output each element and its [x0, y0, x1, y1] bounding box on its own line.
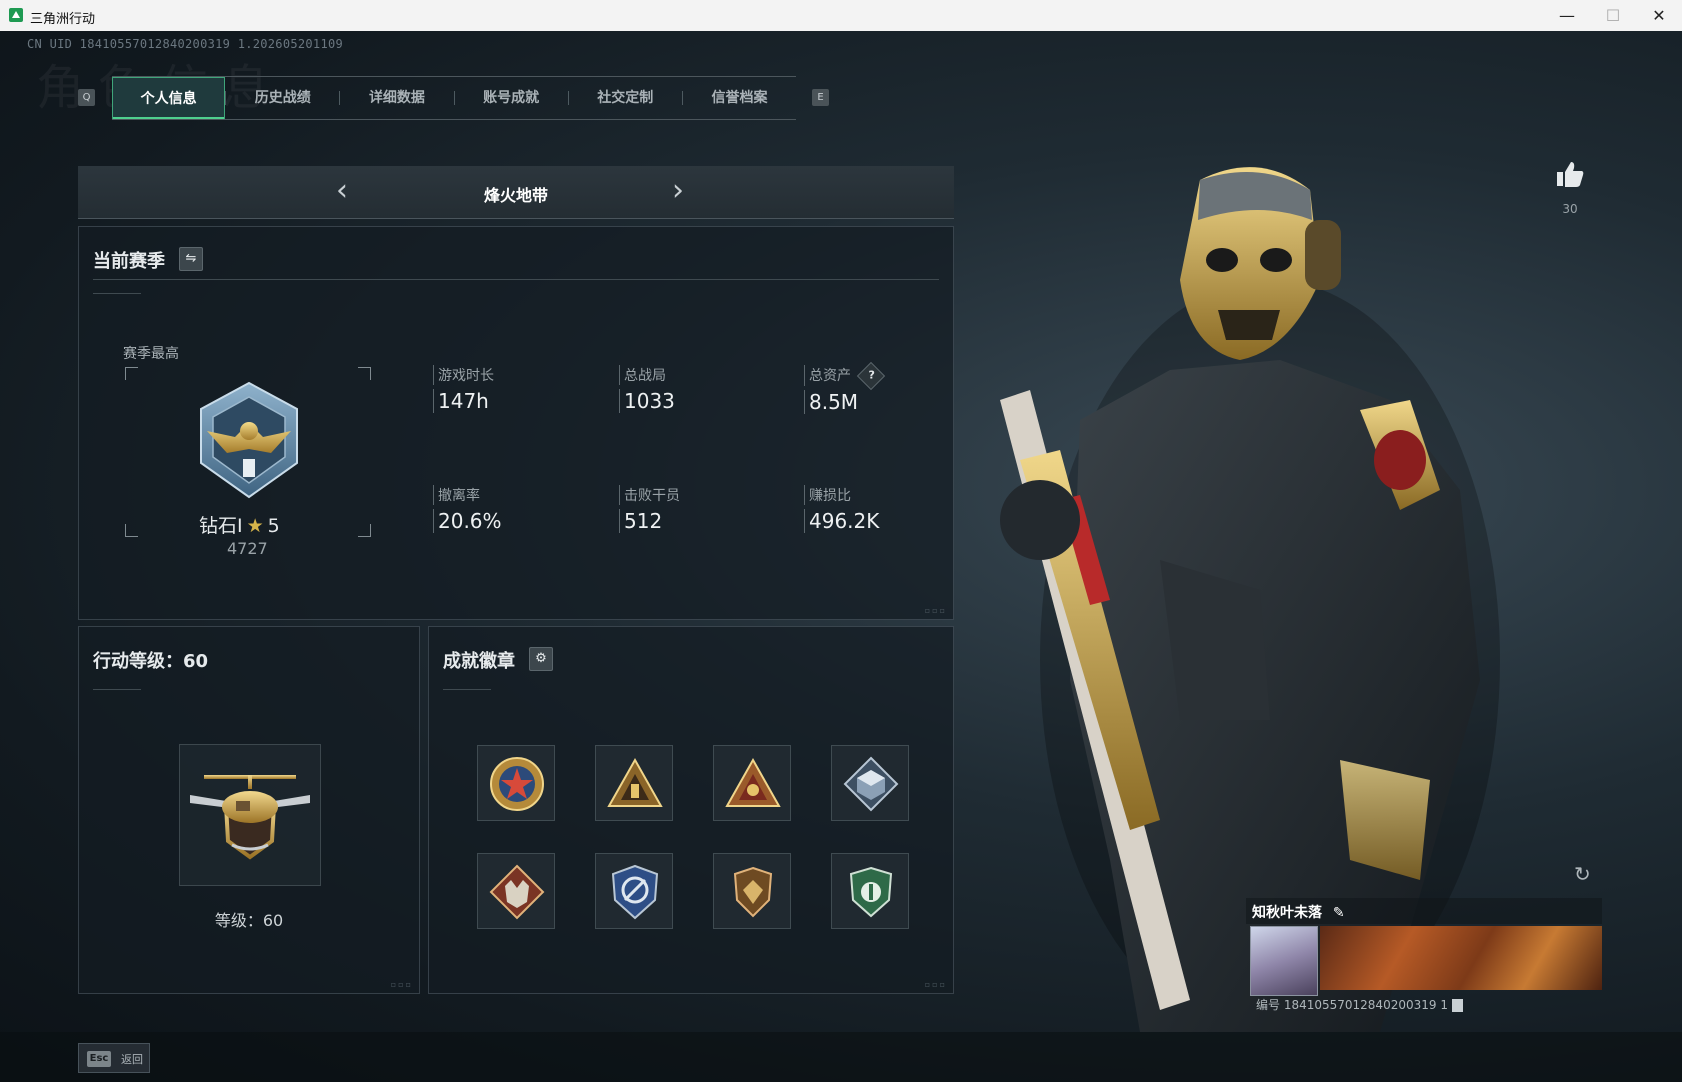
- stat-total-assets: 总资产? 8.5M: [804, 361, 886, 414]
- helicopter-emblem-icon: [190, 775, 310, 860]
- season-best-label: 赛季最高: [123, 346, 179, 362]
- tab-match-history[interactable]: 历史战绩: [226, 77, 339, 119]
- level-heading: 行动等级：60: [93, 651, 209, 672]
- window-title: 三角洲行动: [30, 12, 96, 27]
- player-card[interactable]: 知秋叶未落 ✎ 编号 18410557012840200319 1: [1246, 898, 1602, 1018]
- rank-star-icon: ★: [246, 515, 264, 537]
- stat-total-matches: 总战局 1033: [619, 365, 675, 413]
- tab-detailed-data[interactable]: 详细数据: [340, 77, 453, 119]
- badge-mountain-red[interactable]: [713, 745, 791, 821]
- badge-mountain-gold[interactable]: [595, 745, 673, 821]
- like-count: 30: [1562, 202, 1578, 216]
- badge-cube[interactable]: [831, 745, 909, 821]
- bronze-shield-icon: [733, 866, 773, 918]
- mode-title: 烽火地带: [483, 186, 548, 205]
- like-button[interactable]: [1554, 160, 1586, 192]
- close-button[interactable]: ✕: [1636, 0, 1682, 31]
- green-shield-icon: [849, 866, 893, 918]
- help-icon[interactable]: ?: [856, 361, 886, 391]
- thumbs-up-icon: [1557, 162, 1584, 187]
- tab-next-key-hint[interactable]: E: [812, 89, 829, 106]
- tab-personal-info[interactable]: 个人信息: [112, 77, 226, 119]
- cube-diamond-icon: [843, 756, 899, 812]
- app-logo-icon: [9, 8, 23, 22]
- badge-settings-icon[interactable]: ⚙: [529, 647, 553, 671]
- player-nickname: 知秋叶未落: [1252, 905, 1322, 921]
- level-value: 等级：60: [214, 911, 284, 930]
- tab-prev-key-hint[interactable]: Q: [78, 89, 95, 106]
- back-button[interactable]: Esc 返回: [78, 1043, 150, 1073]
- current-season-panel: 当前赛季 ⇋ 赛季最高 钻石Ⅰ ★ 5 4727 游戏时长 147h 总战局 103…: [78, 226, 954, 620]
- rank-name: 钻石Ⅰ ★ 5: [199, 511, 280, 538]
- mode-next-arrow-icon[interactable]: ›: [672, 174, 684, 208]
- edit-name-icon[interactable]: ✎: [1333, 905, 1345, 921]
- badge-shield-blue[interactable]: [595, 853, 673, 929]
- maximize-button[interactable]: ☐: [1590, 0, 1636, 31]
- tab-achievements[interactable]: 账号成就: [455, 77, 568, 119]
- window-titlebar: 三角洲行动 — ☐ ✕: [0, 0, 1682, 31]
- blue-shield-icon: [611, 864, 659, 920]
- tab-credit-record[interactable]: 信誉档案: [683, 77, 796, 119]
- star-medal-icon: [490, 757, 544, 811]
- copy-icon[interactable]: [1451, 999, 1463, 1012]
- wolf-diamond-icon: [489, 864, 545, 920]
- achievement-badges-panel: 成就徽章 ⚙ ▫▫▫: [428, 626, 954, 994]
- player-banner: [1320, 926, 1602, 990]
- badge-shield-bronze[interactable]: [713, 853, 791, 929]
- stat-operators-defeated: 击败干员 512: [619, 485, 680, 533]
- mode-selector: ‹ 烽火地带 ›: [78, 166, 954, 219]
- player-name-row: 知秋叶未落 ✎: [1252, 902, 1345, 922]
- tab-bar: Q 个人信息 历史战绩 详细数据 账号成就 社交定制 信誉档案 E: [74, 76, 834, 121]
- rank-stars: 5: [267, 515, 280, 537]
- triangle-gold-icon: [607, 757, 663, 807]
- season-switch-icon[interactable]: ⇋: [179, 247, 203, 271]
- stat-profit-loss-ratio: 赚损比 496.2K: [804, 485, 879, 533]
- rank-score: 4727: [227, 539, 268, 558]
- divider: [443, 689, 491, 690]
- rotate-view-icon[interactable]: ↻: [1574, 862, 1591, 886]
- footer-bar: [0, 1032, 1682, 1082]
- minimize-button[interactable]: —: [1544, 0, 1590, 31]
- divider: [93, 689, 141, 690]
- avatar[interactable]: [1250, 926, 1318, 996]
- rank-emblem-icon: [200, 381, 298, 499]
- badges-heading: 成就徽章: [443, 651, 515, 672]
- badge-shield-green[interactable]: [831, 853, 909, 929]
- esc-key-hint: Esc: [87, 1051, 111, 1067]
- tab-social-custom[interactable]: 社交定制: [569, 77, 682, 119]
- badge-wolf[interactable]: [477, 853, 555, 929]
- divider: [93, 279, 939, 280]
- badge-star-medal[interactable]: [477, 745, 555, 821]
- rank-tier: 钻石Ⅰ: [199, 515, 243, 537]
- player-id: 编号 18410557012840200319 1: [1256, 996, 1463, 1013]
- level-emblem[interactable]: [179, 744, 321, 886]
- tab-row: 个人信息 历史战绩 详细数据 账号成就 社交定制 信誉档案: [112, 76, 796, 120]
- triangle-red-icon: [725, 757, 781, 807]
- stat-extraction-rate: 撤离率 20.6%: [433, 485, 502, 533]
- action-level-panel: 行动等级：60 等级：60 ▫▫▫: [78, 626, 420, 994]
- divider: [93, 293, 141, 294]
- stat-play-time: 游戏时长 147h: [433, 365, 494, 413]
- back-label: 返回: [121, 1053, 143, 1066]
- season-heading: 当前赛季: [93, 251, 165, 272]
